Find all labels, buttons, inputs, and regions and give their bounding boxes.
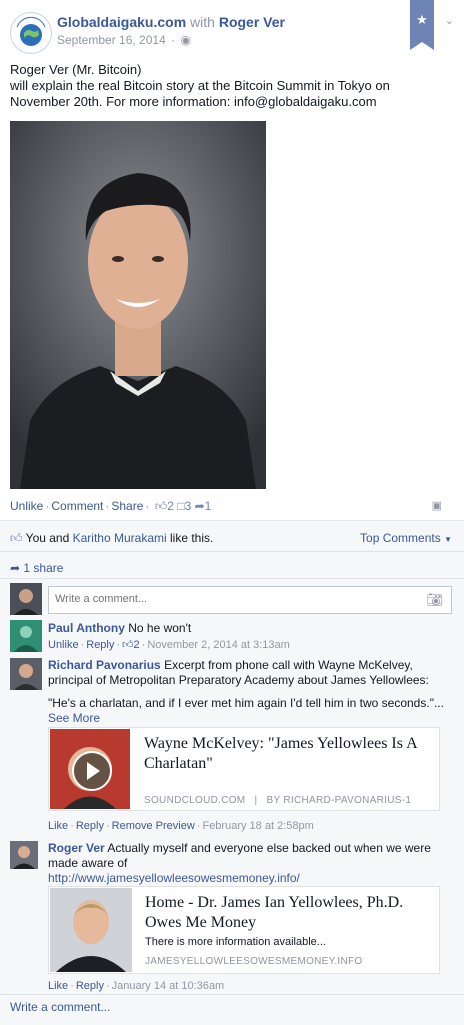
soundcloud-preview-card[interactable]: Wayne McKelvey: "James Yellowlees Is A C… [48,727,440,811]
portrait-image [10,121,266,489]
top-comments-label: Top Comments [360,531,441,545]
comment-roger: Roger Ver Actually myself and everyone e… [48,841,448,886]
post-line-2: will explain the real Bitcoin story at t… [10,78,390,109]
play-icon[interactable] [72,751,112,791]
website-preview-card[interactable]: Home - Dr. James Ian Yellowlees, Ph.D. O… [48,886,440,974]
commenter-name[interactable]: Paul Anthony [48,621,125,635]
comment-composer[interactable]: 📷︎ [48,586,452,614]
post-header-names: Globaldaigaku.com with Roger Ver [57,14,285,30]
shares-count-link[interactable]: 1 share [23,561,63,575]
like-comment-link[interactable]: Like [48,820,68,832]
comment-flag-icon[interactable]: ▣ [432,499,442,512]
card-title[interactable]: Wayne McKelvey: "James Yellowlees Is A C… [144,734,429,774]
divider [0,994,464,995]
globe-logo-icon [16,16,46,46]
comment-input[interactable] [49,587,415,611]
post-message: Roger Ver (Mr. Bitcoin) will explain the… [10,62,450,110]
avatar-image [10,841,38,869]
page-name-link[interactable]: Globaldaigaku.com [57,14,186,30]
comment-meta: Like · Reply · January 14 at 10:36am [48,980,225,992]
avatar-image [10,620,42,652]
card-source: SOUNDCLOUD.COM | BY RICHARD-PAVONARIUS-1 [144,795,412,806]
comment-url-link[interactable]: http://www.jamesyellowleesowesmemoney.in… [48,871,300,885]
avatar-image [10,583,42,615]
card-author: BY RICHARD-PAVONARIUS-1 [266,795,412,806]
top-comments-dropdown[interactable]: Top Comments ▼ [360,531,452,545]
tagged-user-link[interactable]: Roger Ver [219,14,285,30]
commenter-avatar[interactable] [10,620,42,652]
comment-like-count[interactable]: 2 [134,639,140,651]
like-comment-link[interactable]: Like [48,980,68,992]
comment-time[interactable]: February 18 at 2:58pm [202,820,313,832]
thumbnail-image [50,888,132,972]
comment-meta: Like · Reply · Remove Preview · February 18 at… [48,820,314,832]
share-count[interactable]: 1 [205,499,212,513]
likes-summary: 👍︎ You and Karitho Murakami like this. [10,531,213,546]
card-domain: JAMESYELLOWLEESOWESMEMONEY.INFO [145,956,363,967]
post-actions: Unlike · Comment · Share · 👍︎2 □3 ➦1 [10,499,212,513]
like-this-text: like this. [170,531,214,545]
unlike-link[interactable]: Unlike [10,499,43,513]
comment-text: No he won't [128,621,192,635]
share-link[interactable]: Share [111,499,143,513]
comment-link[interactable]: Comment [51,499,103,513]
thumbs-up-icon[interactable]: 👍︎ [155,499,168,513]
share-arrow-icon: ➦ [10,561,21,575]
caret-down-icon: ▼ [444,535,452,544]
card-description: There is more information available... [145,936,326,948]
post-line-1: Roger Ver (Mr. Bitcoin) [10,62,142,77]
comment-paul: Paul Anthony No he won't Unlike · Reply · 👍︎… [48,621,448,653]
card-title[interactable]: Home - Dr. James Ian Yellowlees, Ph.D. O… [145,893,430,933]
you-and-text: You and [25,531,70,545]
like-summary-icon: 👍︎ [10,531,23,545]
reply-link[interactable]: Reply [76,820,104,832]
reply-link[interactable]: Reply [76,980,104,992]
favorite-bookmark[interactable]: ★ [410,0,434,50]
shares-row[interactable]: ➦ 1 share [10,561,63,575]
commenter-avatar[interactable] [10,658,42,690]
thumbs-up-icon[interactable]: 👍︎ [122,639,134,651]
comment-quote: "He's a charlatan, and if I ever met him… [48,696,444,710]
camera-icon[interactable]: 📷︎ [426,592,443,608]
with-text: with [190,14,215,30]
remove-preview-link[interactable]: Remove Preview [112,820,195,832]
divider [0,551,464,552]
unlike-comment-link[interactable]: Unlike [48,639,79,651]
globe-privacy-icon[interactable]: ◉ [180,33,190,47]
star-icon: ★ [416,12,428,27]
divider [0,578,464,579]
commenter-avatar[interactable] [10,841,38,869]
commenter-name[interactable]: Richard Pavonarius [48,658,161,672]
comment-bubble-icon[interactable]: □ [177,499,184,513]
chevron-down-icon[interactable]: ⌄ [445,14,454,27]
card-domain: SOUNDCLOUD.COM [144,795,246,806]
page-avatar[interactable] [10,12,52,54]
post-date-row: September 16, 2014 · ◉ [57,33,191,47]
share-arrow-icon[interactable]: ➦ [195,499,205,513]
comment-text: Actually myself and everyone else backed… [48,841,431,870]
avatar-image [10,658,42,690]
liker-link[interactable]: Karitho Murakami [73,531,167,545]
commenter-name[interactable]: Roger Ver [48,841,105,855]
soundcloud-thumbnail [50,729,130,809]
comment-time[interactable]: January 14 at 10:36am [112,980,225,992]
like-count[interactable]: 2 [167,499,174,513]
comment-time[interactable]: November 2, 2014 at 3:13am [147,639,289,651]
comment-richard: Richard Pavonarius Excerpt from phone ca… [48,658,448,726]
see-more-link[interactable]: See More [48,711,100,725]
post-photo[interactable] [10,121,266,489]
write-comment-link[interactable]: Write a comment... [10,1000,110,1014]
post-date[interactable]: September 16, 2014 [57,33,166,47]
website-thumbnail [50,888,132,972]
current-user-avatar[interactable] [10,583,42,615]
comment-meta: Unlike · Reply · 👍︎2 · November 2, 2014 at 3:1… [48,639,290,651]
comment-count[interactable]: 3 [185,499,192,513]
reply-link[interactable]: Reply [86,639,114,651]
